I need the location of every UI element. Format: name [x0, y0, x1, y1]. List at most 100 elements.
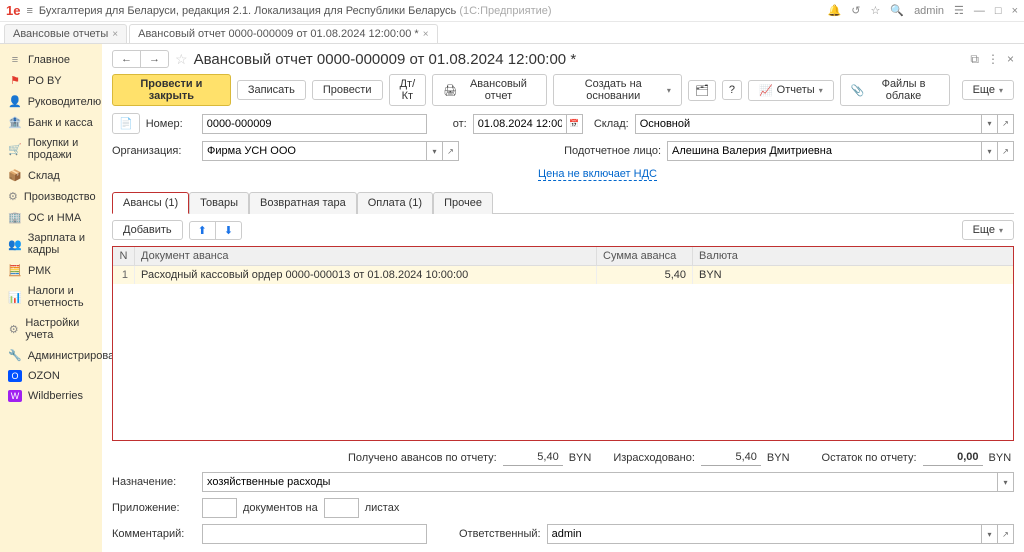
- subtab-avansy[interactable]: Авансы (1): [112, 192, 189, 214]
- sheets-count-input[interactable]: [324, 498, 359, 518]
- more-button[interactable]: Еще▾: [962, 80, 1014, 100]
- structure-button[interactable]: 🗂: [688, 80, 716, 101]
- nav-nastr[interactable]: ⚙Настройки учета: [0, 313, 102, 345]
- dropdown-icon[interactable]: ▾: [982, 141, 998, 161]
- dropdown-icon[interactable]: ▾: [982, 524, 998, 544]
- user-label[interactable]: admin: [914, 5, 944, 17]
- person-input[interactable]: [667, 141, 982, 161]
- nazn-input[interactable]: [202, 472, 998, 492]
- grid-row[interactable]: 1 Расходный кассовый ордер 0000-000013 о…: [113, 266, 1013, 284]
- number-input[interactable]: [202, 114, 427, 134]
- nav-sklad[interactable]: 📦Склад: [0, 165, 102, 186]
- platform-text: (1С:Предприятие): [459, 5, 551, 17]
- nav-manager[interactable]: 👤Руководителю: [0, 91, 102, 112]
- dropdown-icon[interactable]: ▾: [427, 141, 443, 161]
- content: ← → ☆ Авансовый отчет 0000-000009 от 01.…: [102, 44, 1024, 552]
- nav-proizv[interactable]: ⚙Производство: [0, 186, 102, 207]
- caret-down-icon: ▾: [819, 86, 823, 95]
- history-icon[interactable]: ↺: [851, 4, 860, 17]
- open-icon[interactable]: ↗: [998, 141, 1014, 161]
- reports-button[interactable]: 📈Отчеты▾: [748, 80, 834, 101]
- org-input[interactable]: [202, 141, 427, 161]
- comment-input[interactable]: [202, 524, 427, 544]
- minimize-icon[interactable]: —: [974, 5, 985, 17]
- nav-ozon[interactable]: OOZON: [0, 366, 102, 386]
- nav-label: Налоги и отчетность: [28, 285, 94, 309]
- tab-label: Авансовый отчет 0000-000009 от 01.08.202…: [138, 28, 419, 40]
- create-based-button[interactable]: Создать на основании▾: [553, 74, 682, 106]
- move-buttons: ⬆ ⬇: [189, 221, 242, 240]
- col-n[interactable]: N: [113, 247, 135, 265]
- clip-icon: 📎: [851, 84, 865, 97]
- docs-count-input[interactable]: [202, 498, 237, 518]
- maximize-icon[interactable]: □: [995, 5, 1002, 17]
- nav-admin[interactable]: 🔧Администрирование: [0, 345, 102, 366]
- lbl-org: Организация:: [112, 145, 196, 157]
- sidebar: ≡Главное ⚑PO BY 👤Руководителю 🏦Банк и ка…: [0, 44, 102, 552]
- options-icon[interactable]: ☴: [954, 4, 964, 17]
- tab-avansovye-otchety[interactable]: Авансовые отчеты ×: [4, 24, 127, 43]
- col-sum[interactable]: Сумма аванса: [597, 247, 693, 265]
- menu-icon[interactable]: ⋮: [987, 52, 999, 67]
- toolbar: Провести и закрыть Записать Провести Дт/…: [112, 74, 1014, 106]
- open-icon[interactable]: ↗: [998, 524, 1014, 544]
- calendar-icon[interactable]: 📅: [567, 114, 583, 134]
- nav-nalog[interactable]: 📊Налоги и отчетность: [0, 281, 102, 313]
- row-price-link: Цена не включает НДС: [112, 168, 1014, 181]
- favorite-star-icon[interactable]: ☆: [175, 51, 188, 68]
- help-button[interactable]: ?: [722, 80, 742, 100]
- move-down-icon[interactable]: ⬇: [216, 222, 241, 239]
- tab-close-icon[interactable]: ×: [112, 29, 118, 40]
- bell-icon[interactable]: 🔔: [828, 4, 842, 17]
- lbl-resp: Ответственный:: [459, 528, 541, 540]
- post-close-button[interactable]: Провести и закрыть: [112, 74, 231, 106]
- nav-osnma[interactable]: 🏢ОС и НМА: [0, 207, 102, 228]
- files-button[interactable]: 📎Файлы в облаке: [840, 74, 950, 106]
- add-button[interactable]: Добавить: [112, 220, 183, 240]
- subtab-prochee[interactable]: Прочее: [433, 192, 493, 214]
- print-button[interactable]: 🖨Авансовый отчет: [432, 74, 546, 106]
- open-icon[interactable]: ↗: [998, 114, 1014, 134]
- move-up-icon[interactable]: ⬆: [190, 222, 216, 239]
- col-doc[interactable]: Документ аванса: [135, 247, 597, 265]
- col-cur[interactable]: Валюта: [693, 247, 1013, 265]
- grid-body[interactable]: [113, 284, 1013, 440]
- sklad-field: ▾ ↗: [635, 114, 1014, 134]
- nav-wb[interactable]: WWildberries: [0, 386, 102, 406]
- popout-icon[interactable]: ⧉: [970, 52, 979, 67]
- nav-bank[interactable]: 🏦Банк и касса: [0, 112, 102, 133]
- search-icon[interactable]: 🔍: [890, 4, 904, 17]
- dropdown-icon[interactable]: ▾: [982, 114, 998, 134]
- tab-close-icon[interactable]: ×: [423, 29, 429, 40]
- subtab-tovary[interactable]: Товары: [189, 192, 249, 214]
- nav-main[interactable]: ≡Главное: [0, 50, 102, 70]
- tab-current-doc[interactable]: Авансовый отчет 0000-000009 от 01.08.202…: [129, 24, 437, 43]
- tab-toolbar: Добавить ⬆ ⬇ Еще▾: [112, 220, 1014, 240]
- star-icon[interactable]: ☆: [870, 4, 880, 17]
- subtab-oplata[interactable]: Оплата (1): [357, 192, 433, 214]
- dropdown-icon[interactable]: ▾: [998, 472, 1014, 492]
- forward-button[interactable]: →: [141, 51, 168, 67]
- nav-rmk[interactable]: 🧮РМК: [0, 260, 102, 281]
- new-button[interactable]: 📄: [112, 113, 140, 134]
- nav-sales[interactable]: 🛒Покупки и продажи: [0, 133, 102, 165]
- dt-kt-button[interactable]: Дт/Кт: [389, 74, 427, 106]
- hamburger-icon[interactable]: ≡: [26, 5, 32, 17]
- close-doc-icon[interactable]: ×: [1007, 52, 1014, 67]
- post-button[interactable]: Провести: [312, 80, 383, 100]
- price-mode-link[interactable]: Цена не включает НДС: [538, 168, 657, 181]
- flag-icon: ⚑: [8, 74, 22, 87]
- sklad-input[interactable]: [635, 114, 982, 134]
- subtab-tara[interactable]: Возвратная тара: [249, 192, 357, 214]
- back-button[interactable]: ←: [113, 51, 141, 67]
- row-org: Организация: ▾ ↗ Подотчетное лицо: ▾ ↗: [112, 141, 1014, 161]
- close-icon[interactable]: ×: [1012, 5, 1018, 17]
- resp-input[interactable]: [547, 524, 982, 544]
- sheets-label: листах: [365, 502, 400, 514]
- date-input[interactable]: [473, 114, 567, 134]
- tab-more-button[interactable]: Еще▾: [962, 220, 1014, 240]
- nav-zp[interactable]: 👥Зарплата и кадры: [0, 228, 102, 260]
- save-button[interactable]: Записать: [237, 80, 306, 100]
- open-icon[interactable]: ↗: [443, 141, 459, 161]
- nav-poby[interactable]: ⚑PO BY: [0, 70, 102, 91]
